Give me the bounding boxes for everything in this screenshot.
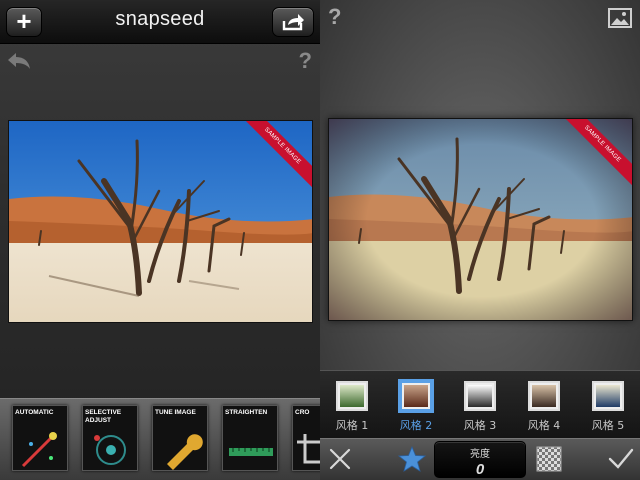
control-points-icon [94, 435, 126, 465]
help-button[interactable]: ? [328, 4, 341, 30]
edit-bottom-bar: 亮度 0 [320, 438, 640, 480]
tools-strip: AUTOMATIC SELECTIVE ADJUST TUNE IMAGE ST… [0, 398, 320, 480]
style-preset-2[interactable]: 风格 2 [392, 377, 440, 433]
style-preset-3[interactable]: 风格 3 [456, 377, 504, 433]
wrench-icon [167, 434, 203, 470]
tool-selective-adjust[interactable]: SELECTIVE ADJUST [82, 405, 138, 471]
style-label: 风格 5 [591, 419, 625, 432]
style-label: 风格 4 [527, 419, 561, 432]
checkerboard-icon[interactable] [536, 446, 562, 472]
style-thumbnail [592, 381, 624, 411]
style-thumbnail [528, 381, 560, 411]
star-icon[interactable] [398, 446, 426, 472]
share-icon [282, 14, 304, 31]
tool-label: AUTOMATIC [15, 409, 54, 416]
style-thumbnail [400, 381, 432, 411]
plus-icon: + [16, 6, 32, 36]
tool-automatic[interactable]: AUTOMATIC [12, 405, 68, 471]
filtered-photo[interactable]: SAMPLE IMAGE [328, 118, 633, 321]
vintage-filter-screen: ? SAMPLE IMAGE 风格 1 风格 2 风格 3 风格 4 风格 5 … [320, 0, 640, 480]
style-presets-bar: 风格 1 风格 2 风格 3 风格 4 风格 5 [320, 370, 640, 438]
snapseed-main-screen: + snapseed ? SAMPLE IMAGE AUTOMATIC SELE… [0, 0, 320, 480]
close-icon[interactable] [328, 447, 352, 471]
top-toolbar: + snapseed [0, 0, 320, 44]
desert-tree-image [9, 121, 312, 322]
undo-arrow-icon[interactable] [6, 52, 32, 72]
brightness-label: 亮度 [470, 449, 490, 460]
tool-label: SELECTIVE ADJUST [85, 409, 122, 424]
ruler-icon [229, 448, 273, 456]
style-label: 风格 1 [335, 419, 369, 432]
crop-icon [297, 434, 320, 464]
tool-crop[interactable]: CRO [292, 405, 320, 471]
vintage-desert-tree-image [329, 119, 632, 320]
tool-tune-image[interactable]: TUNE IMAGE [152, 405, 208, 471]
image-icon[interactable] [608, 8, 632, 28]
style-thumbnail [336, 381, 368, 411]
brightness-control[interactable]: 亮度 0 [434, 441, 526, 478]
add-image-button[interactable]: + [6, 7, 42, 37]
checkmark-icon[interactable] [608, 447, 634, 471]
brightness-value: 0 [475, 461, 485, 478]
app-title: snapseed [115, 8, 205, 30]
tool-label: STRAIGHTEN [225, 409, 268, 416]
style-label: 风格 3 [463, 419, 497, 432]
style-thumbnail [464, 381, 496, 411]
share-button[interactable] [272, 7, 314, 37]
style-preset-1[interactable]: 风格 1 [328, 377, 376, 433]
magic-wand-icon [21, 432, 57, 468]
style-preset-5[interactable]: 风格 5 [584, 377, 632, 433]
tool-straighten[interactable]: STRAIGHTEN [222, 405, 278, 471]
help-button[interactable]: ? [299, 48, 312, 74]
style-label: 风格 2 [399, 419, 433, 432]
tool-label: TUNE IMAGE [155, 409, 196, 416]
tool-label: CRO [295, 409, 310, 416]
style-preset-4[interactable]: 风格 4 [520, 377, 568, 433]
sample-photo[interactable]: SAMPLE IMAGE [8, 120, 313, 323]
